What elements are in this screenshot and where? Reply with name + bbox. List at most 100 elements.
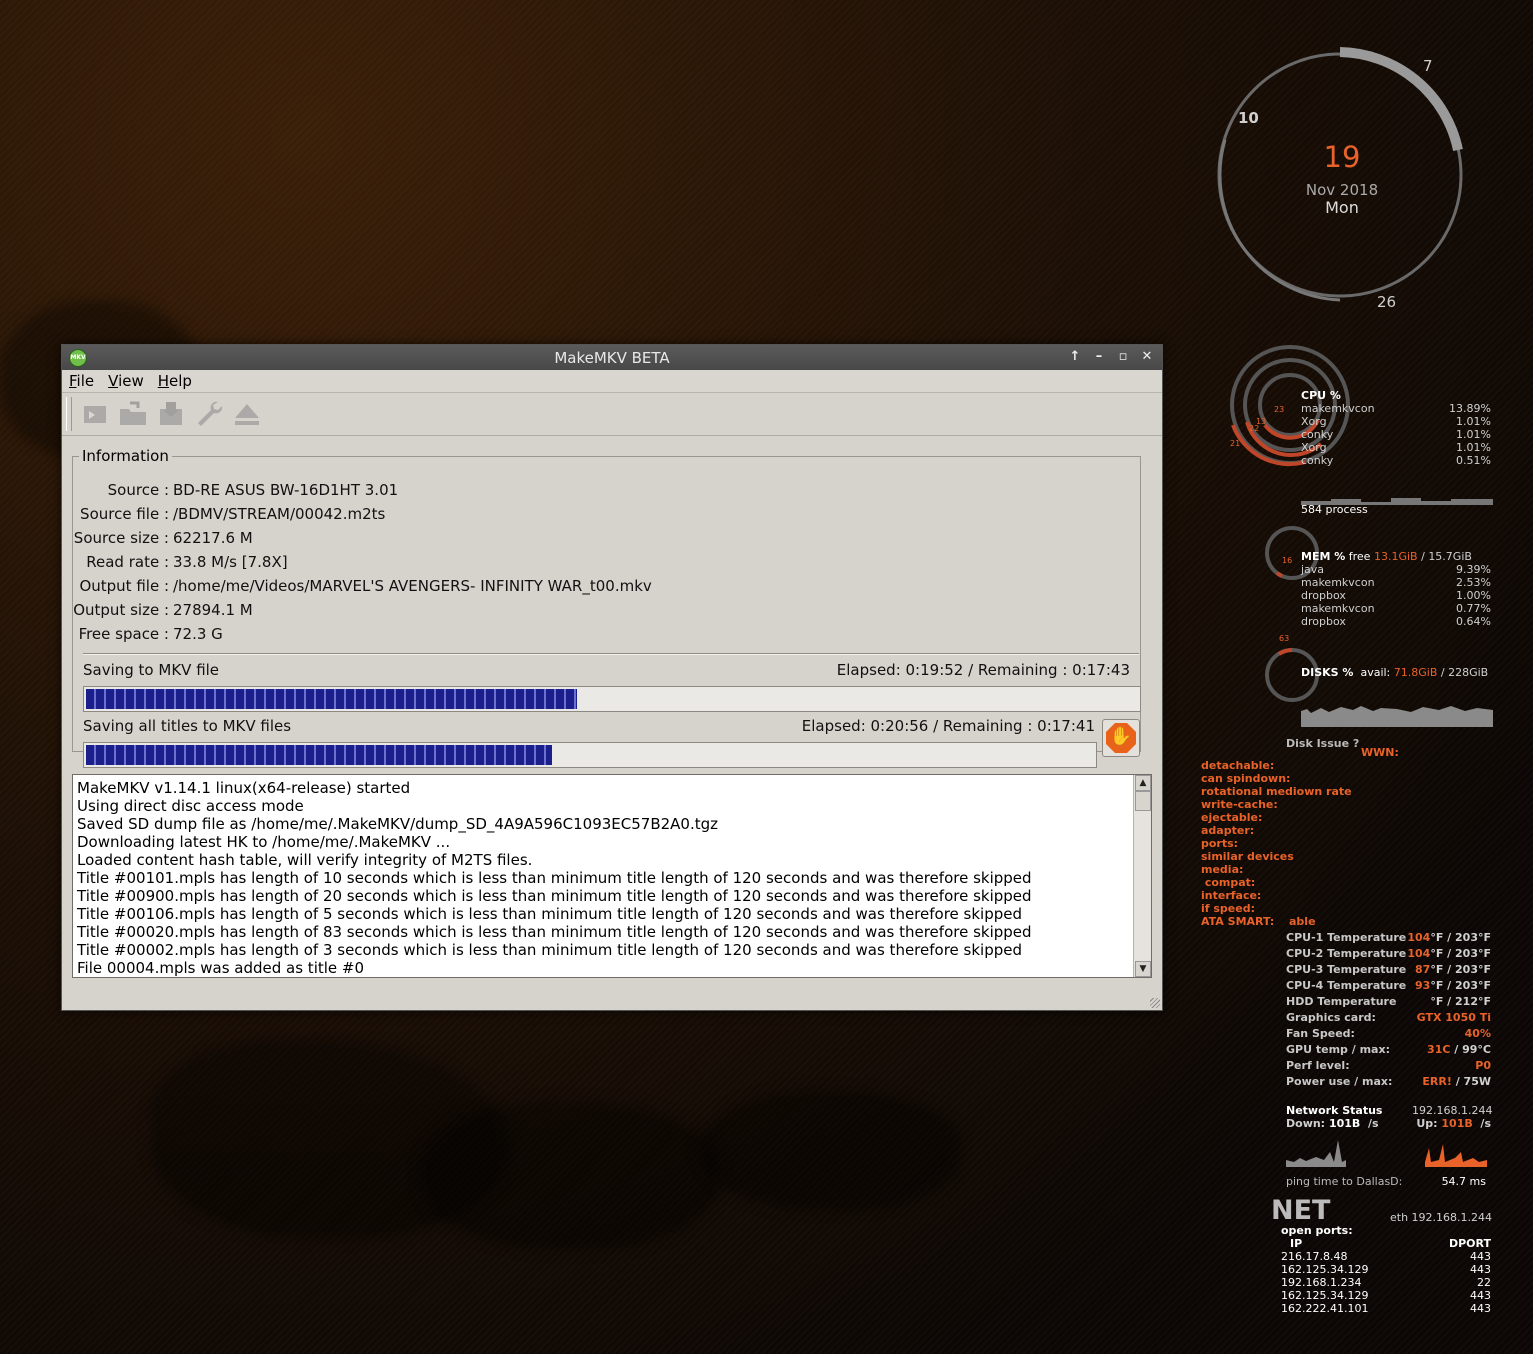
date-day: 19 bbox=[1323, 140, 1361, 174]
maximize-button[interactable]: ▫ bbox=[1114, 348, 1132, 366]
menu-file[interactable]: File bbox=[62, 370, 101, 390]
progress-total-time: Elapsed: 0:20:56 / Remaining : 0:17:41 bbox=[801, 717, 1095, 735]
log-panel[interactable]: MakeMKV v1.14.1 linux(x64-release) start… bbox=[72, 774, 1152, 978]
mem-process-value: 0.64% bbox=[1456, 615, 1491, 628]
port-row-dport: 443 bbox=[1470, 1302, 1491, 1315]
sensor-value: GTX 1050 Ti bbox=[1416, 1011, 1491, 1024]
eject-icon[interactable] bbox=[232, 399, 262, 429]
disk-issue-title: Disk Issue ? bbox=[1286, 737, 1360, 750]
open-ports-title: open ports: bbox=[1281, 1224, 1353, 1237]
port-row-dport: 22 bbox=[1477, 1276, 1491, 1289]
ping-value: 54.7 ms bbox=[1441, 1175, 1486, 1188]
sensor-label: Perf level: bbox=[1286, 1059, 1350, 1072]
info-source-size: Source size :62217.6 M bbox=[73, 529, 253, 547]
cpu-process-count: 584 process bbox=[1301, 503, 1368, 516]
open-disc-icon[interactable] bbox=[118, 399, 148, 429]
log-lines: MakeMKV v1.14.1 linux(x64-release) start… bbox=[77, 779, 1032, 977]
info-output-size: Output size :27894.1 M bbox=[73, 601, 253, 619]
disk-property-label: similar devices bbox=[1201, 850, 1294, 863]
info-output-file: Output file :/home/me/Videos/MARVEL'S AV… bbox=[79, 577, 652, 595]
scroll-down-icon[interactable]: ▼ bbox=[1135, 961, 1151, 977]
title-bar[interactable]: MKV MakeMKV BETA ↑ – ▫ ✕ bbox=[62, 345, 1162, 370]
clock-ring bbox=[1217, 47, 1463, 302]
disk-property-label: detachable: bbox=[1201, 759, 1275, 772]
progress-current-bar bbox=[83, 686, 1141, 712]
port-row-ip: 192.168.1.234 bbox=[1281, 1276, 1362, 1289]
sensor-value: 104°F / 203°F bbox=[1407, 931, 1491, 944]
ata-smart-label: ATA SMART: bbox=[1201, 915, 1275, 928]
log-line: Title #00101.mpls has length of 10 secon… bbox=[77, 869, 1032, 887]
progress-total-bar bbox=[83, 742, 1097, 768]
cpu-process-name: Xorg bbox=[1301, 441, 1327, 454]
sensor-label: Fan Speed: bbox=[1286, 1027, 1355, 1040]
port-row-ip: 162.222.41.101 bbox=[1281, 1302, 1369, 1315]
resize-grip-icon[interactable] bbox=[1150, 998, 1160, 1008]
disk-property-label: ejectable: bbox=[1201, 811, 1263, 824]
info-free-space: Free space :72.3 G bbox=[78, 625, 223, 643]
log-line: Using direct disc access mode bbox=[77, 797, 304, 815]
clock-hour-mark-26: 26 bbox=[1377, 293, 1397, 311]
ping-label: ping time to DallasD: bbox=[1286, 1175, 1403, 1188]
mem-process-name: java bbox=[1301, 563, 1325, 576]
log-line: Downloading latest HK to /home/me/.MakeM… bbox=[77, 833, 451, 851]
scroll-up-icon[interactable]: ▲ bbox=[1135, 775, 1151, 791]
menu-help[interactable]: Help bbox=[151, 370, 199, 390]
log-line: Title #00002.mpls has length of 3 second… bbox=[77, 941, 1022, 959]
toolbar-grip[interactable] bbox=[66, 397, 72, 431]
mem-process-value: 1.00% bbox=[1456, 589, 1491, 602]
sensor-value: 87°F / 203°F bbox=[1415, 963, 1491, 976]
port-row-ip: 162.125.34.129 bbox=[1281, 1263, 1369, 1276]
sensor-value: °F / 212°F bbox=[1430, 995, 1491, 1008]
ata-smart-value: able bbox=[1289, 915, 1316, 928]
preferences-wrench-icon[interactable] bbox=[194, 399, 224, 429]
cpu-process-value: 1.01% bbox=[1456, 428, 1491, 441]
ports-col-dport: DPORT bbox=[1448, 1237, 1491, 1250]
progress-total-label: Saving all titles to MKV files bbox=[83, 717, 292, 735]
port-row-dport: 443 bbox=[1470, 1263, 1491, 1276]
date-weekday: Mon bbox=[1325, 198, 1359, 217]
cpu-process-name: makemkvcon bbox=[1301, 402, 1375, 415]
keep-above-button[interactable]: ↑ bbox=[1066, 348, 1084, 366]
menu-view[interactable]: View bbox=[101, 370, 151, 390]
clock-hour-mark-7: 7 bbox=[1423, 57, 1433, 75]
progress-current-time: Elapsed: 0:19:52 / Remaining : 0:17:43 bbox=[836, 661, 1130, 679]
menu-bar: File View Help bbox=[62, 370, 1162, 393]
scroll-thumb[interactable] bbox=[1135, 791, 1151, 811]
close-button[interactable]: ✕ bbox=[1138, 348, 1156, 366]
sensor-label: Power use / max: bbox=[1286, 1075, 1393, 1088]
mem-process-name: makemkvcon bbox=[1301, 576, 1375, 589]
mem-process-name: dropbox bbox=[1301, 589, 1346, 602]
sensor-value: P0 bbox=[1475, 1059, 1491, 1072]
sensor-label: Graphics card: bbox=[1286, 1011, 1376, 1024]
port-row-ip: 216.17.8.48 bbox=[1281, 1250, 1348, 1263]
window-title: MakeMKV BETA bbox=[554, 349, 670, 367]
information-group: Information Source : BD-RE ASUS BW-16D1HT… bbox=[72, 447, 1141, 768]
sensor-label: GPU temp / max: bbox=[1286, 1043, 1390, 1056]
log-line: Title #00900.mpls has length of 20 secon… bbox=[77, 887, 1032, 905]
information-legend: Information bbox=[82, 447, 169, 465]
disk-ring-label: 63 bbox=[1279, 634, 1290, 643]
stop-button[interactable]: ✋ bbox=[1102, 719, 1140, 757]
mem-process-value: 0.77% bbox=[1456, 602, 1491, 615]
log-line: File 00004.mpls was added as title #0 bbox=[77, 959, 365, 977]
makemkv-window: MKV MakeMKV BETA ↑ – ▫ ✕ File View Help In… bbox=[61, 344, 1163, 1011]
port-row-ip: 162.125.34.129 bbox=[1281, 1289, 1369, 1302]
open-files-icon[interactable] bbox=[80, 399, 110, 429]
backup-icon[interactable] bbox=[156, 399, 186, 429]
toolbar bbox=[62, 393, 1162, 436]
minimize-button[interactable]: – bbox=[1090, 348, 1108, 366]
stop-hand-icon: ✋ bbox=[1106, 723, 1136, 753]
mem-process-value: 9.39% bbox=[1456, 563, 1491, 576]
progress-current-fill bbox=[86, 689, 578, 709]
log-scrollbar[interactable]: ▲ ▼ bbox=[1133, 775, 1151, 977]
disk-property-label: compat: bbox=[1201, 876, 1256, 889]
sensor-value: 31C / 99°C bbox=[1427, 1043, 1491, 1056]
sensor-value: ERR! / 75W bbox=[1422, 1075, 1491, 1088]
network-ip: 192.168.1.244 bbox=[1412, 1104, 1493, 1117]
port-row-dport: 443 bbox=[1470, 1289, 1491, 1302]
mem-process-name: makemkvcon bbox=[1301, 602, 1375, 615]
disk-wwn-label: WWN: bbox=[1361, 746, 1399, 759]
mem-process-name: dropbox bbox=[1301, 615, 1346, 628]
disk-property-label: rotational mediown rate bbox=[1201, 785, 1352, 798]
network-up: Up: 101B /s bbox=[1416, 1117, 1491, 1130]
